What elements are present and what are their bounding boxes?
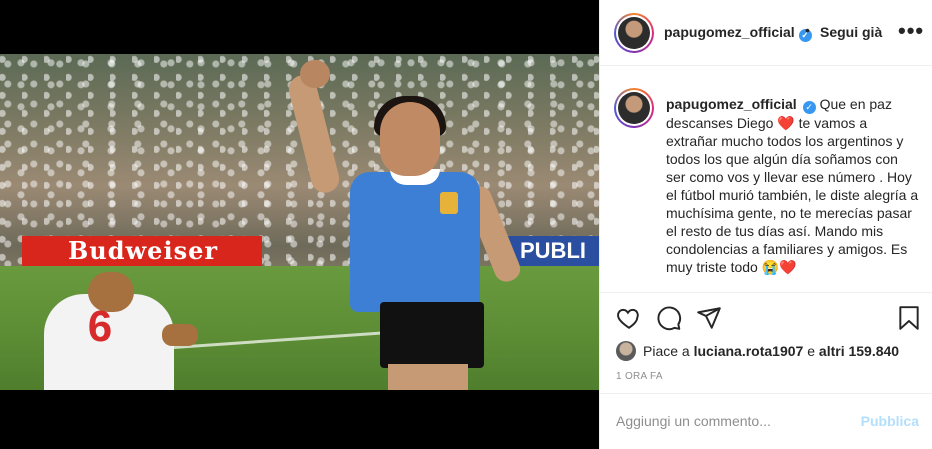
liker-avatar[interactable]	[616, 341, 636, 361]
photo-ad-banner: Budweiser	[22, 236, 262, 266]
author-username[interactable]: papugomez_official ✓	[664, 24, 812, 42]
more-options-icon[interactable]: •••	[898, 18, 924, 44]
bookmark-icon[interactable]	[896, 305, 922, 331]
share-icon[interactable]	[696, 305, 722, 331]
caption-avatar[interactable]	[614, 88, 654, 128]
author-username-text[interactable]: papugomez_official	[664, 24, 795, 40]
likes-middle: e	[807, 343, 816, 359]
post-side-panel: papugomez_official ✓ • Segui già ••• papu…	[599, 0, 932, 449]
likes-count[interactable]: altri 159.840	[819, 343, 899, 359]
caption-username[interactable]: papugomez_official	[666, 96, 797, 112]
photo-kneeling-player-arm	[162, 324, 198, 346]
publish-button[interactable]: Pubblica	[861, 413, 919, 429]
photo-player-shorts	[380, 302, 484, 368]
likes-summary: Piace a luciana.rota1907 e altri 159.840	[616, 341, 899, 361]
heart-icon[interactable]	[616, 305, 642, 331]
likes-prefix: Piace a	[643, 343, 690, 359]
heart-emoji-end: ❤️	[779, 259, 797, 275]
comment-box: Aggiungi un commento... Pubblica	[600, 393, 932, 449]
crying-emoji: 😭	[761, 259, 780, 275]
photo-player-shirt	[350, 172, 480, 312]
photo-player-head	[380, 102, 440, 176]
follow-separator: •	[805, 22, 810, 38]
photo-crest	[440, 192, 458, 214]
caption-text: papugomez_official ✓ Que en paz descanses…	[666, 95, 920, 276]
post-header: papugomez_official ✓ • Segui già •••	[600, 0, 932, 66]
comment-input[interactable]: Aggiungi un commento...	[616, 413, 771, 429]
photo-fist	[300, 60, 330, 88]
post-photo[interactable]: Budweiser PUBLI 6	[0, 54, 599, 390]
liker-username[interactable]: luciana.rota1907	[694, 343, 804, 359]
following-button[interactable]: Segui già	[820, 24, 882, 40]
post-media[interactable]: Budweiser PUBLI 6	[0, 0, 599, 449]
verified-icon: ✓	[802, 101, 816, 114]
heart-emoji: ❤️	[777, 115, 795, 131]
comment-icon[interactable]	[656, 305, 682, 331]
photo-jersey-number: 6	[87, 302, 113, 351]
photo-player-legs	[388, 364, 468, 390]
post-timestamp[interactable]: 1 ORA FA	[616, 371, 663, 382]
author-avatar[interactable]	[614, 13, 654, 53]
caption-part2: te vamos a extrañar mucho todos los arge…	[666, 115, 919, 275]
